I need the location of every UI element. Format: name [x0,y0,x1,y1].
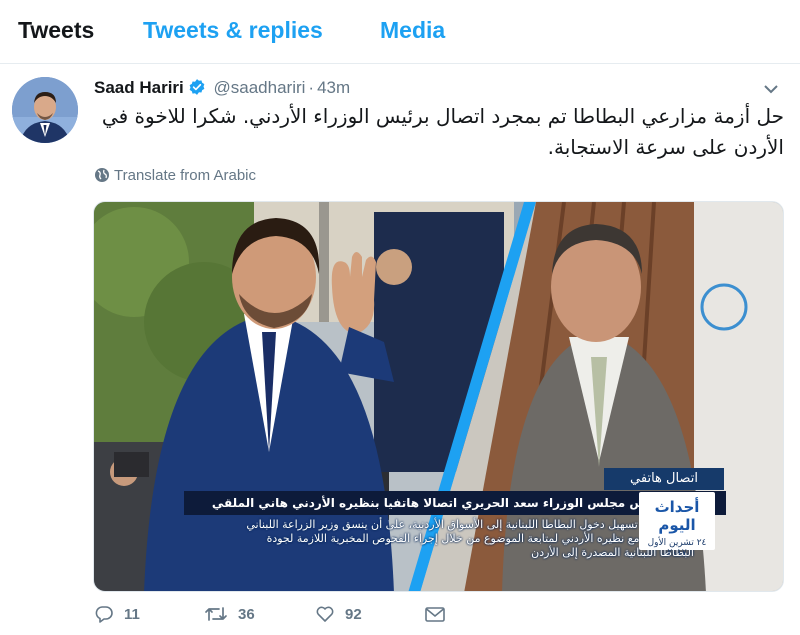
translate-label: Translate from Arabic [114,167,256,184]
like-count: 92 [345,606,362,623]
retweet-count: 36 [238,606,255,623]
author-name[interactable]: Saad Hariri [94,78,184,97]
tab-tweets[interactable]: Tweets [18,17,94,44]
direct-message-button[interactable] [424,604,446,630]
tweet-text: حل أزمة مزارعي البطاطا تم بمجرد اتصال بر… [101,104,784,159]
author-handle[interactable]: @saadhariri [214,78,306,97]
retweet-icon [205,607,227,621]
retweet-button[interactable]: 36 [204,604,255,630]
news-logo-date: ٢٤ تشرين الأول ٢٠١٧ [647,538,707,558]
mail-icon [425,607,445,622]
news-logo-title: أحداث اليوم [654,498,700,534]
like-button[interactable]: 92 [315,604,362,630]
caption-label: اتصال هاتفي [604,468,724,490]
profile-tabs: Tweets Tweets & replies Media [0,0,800,64]
tab-media[interactable]: Media [380,17,445,44]
verified-badge-icon [189,79,205,95]
chevron-down-icon[interactable] [762,82,780,96]
tweet-actions: 11 36 92 [94,604,494,630]
globe-icon [95,168,109,182]
news-program-logo: أحداث اليوم ٢٤ تشرين الأول ٢٠١٧ [639,492,715,558]
caption-body: الاتفاق على تسهيل دخول البطاطا اللبنانية… [246,518,694,559]
heart-icon [316,606,334,622]
reply-icon [95,606,113,623]
separator-dot: · [308,78,315,97]
tweet-header: Saad Hariri @saadhariri · 43m [94,78,350,100]
tweet-timestamp[interactable]: 43m [317,78,350,97]
tweet-media-image[interactable]: اتصال هاتفي أجرى رئيس مجلس الوزراء سعد ا… [93,201,784,592]
translate-link[interactable]: Translate from Arabic [94,167,256,184]
reply-button[interactable]: 11 [94,604,140,630]
tab-tweets-and-replies[interactable]: Tweets & replies [143,17,323,44]
avatar[interactable] [12,77,78,143]
reply-count: 11 [124,606,140,623]
